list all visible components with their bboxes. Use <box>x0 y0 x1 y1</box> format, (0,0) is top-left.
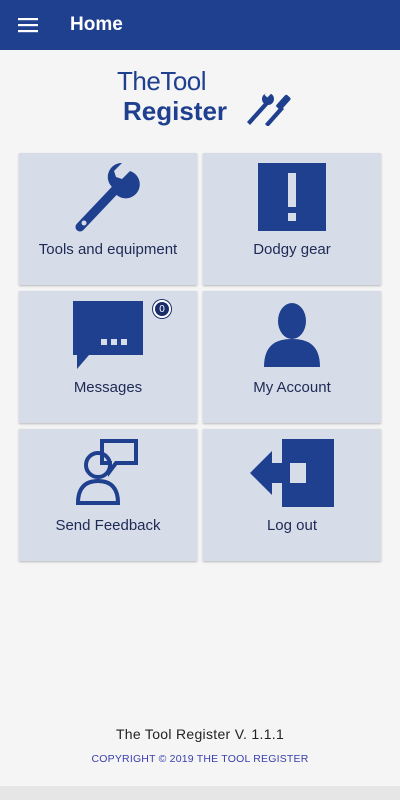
logout-arrow-icon <box>250 439 334 507</box>
tile-send-feedback[interactable]: Send Feedback <box>19 429 197 561</box>
tile-label: Send Feedback <box>55 517 161 534</box>
wrench-icon <box>75 163 140 232</box>
person-speech-icon <box>76 439 138 505</box>
tile-label: Log out <box>266 517 318 534</box>
tile-label: My Account <box>253 379 331 396</box>
tile-messages[interactable]: 0 Messages <box>19 291 197 423</box>
tile-tools-and-equipment[interactable]: Tools and equipment <box>19 153 197 285</box>
tile-label: Tools and equipment <box>38 241 178 258</box>
app-bar: Home <box>0 0 400 50</box>
menu-button[interactable] <box>0 0 56 50</box>
app-version: The Tool Register V. 1.1.1 <box>115 726 285 742</box>
tile-log-out[interactable]: Log out <box>203 429 381 561</box>
unread-count-badge: 0 <box>153 300 171 318</box>
person-icon <box>264 303 320 367</box>
page-title: Home <box>70 14 123 35</box>
message-bubble-icon <box>73 301 143 369</box>
hamburger-menu-icon <box>18 18 38 33</box>
tile-label: Dodgy gear <box>253 241 331 258</box>
tile-dodgy-gear[interactable]: Dodgy gear <box>203 153 381 285</box>
wrench-screwdriver-icon <box>247 90 291 126</box>
bottom-bar <box>0 786 400 800</box>
app-logo: TheTool Register <box>115 66 300 128</box>
tile-label: Messages <box>73 379 143 396</box>
copyright-text: COPYRIGHT © 2019 THE TOOL REGISTER <box>91 753 309 765</box>
exclamation-icon <box>258 163 326 231</box>
tile-my-account[interactable]: My Account <box>203 291 381 423</box>
logo-line1: TheTool <box>117 66 207 96</box>
logo-line2: Register <box>123 96 228 126</box>
